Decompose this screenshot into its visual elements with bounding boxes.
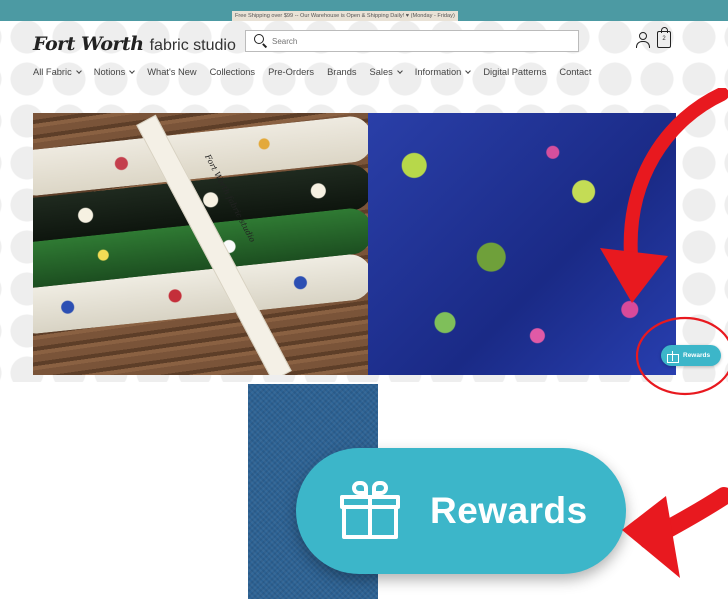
chevron-down-icon: [465, 67, 472, 74]
main-nav: All Fabric Notions What's New Collection…: [33, 65, 604, 79]
nav-item-brands[interactable]: Brands: [327, 65, 356, 79]
chevron-down-icon: [129, 67, 136, 74]
nav-item-collections[interactable]: Collections: [210, 65, 255, 79]
rewards-button-label: Rewards: [683, 352, 711, 359]
rewards-button[interactable]: Rewards: [661, 345, 721, 366]
chevron-down-icon: [396, 67, 403, 74]
nav-item-sales[interactable]: Sales: [370, 65, 403, 79]
rewards-zoom-label: Rewards: [430, 490, 588, 531]
rewards-button-zoomed: Rewards: [296, 448, 626, 574]
hero-fabric-rolls: Fort Worth fabric studio: [33, 113, 368, 375]
cart-icon[interactable]: 2: [657, 27, 671, 48]
nav-item-notions[interactable]: Notions: [94, 65, 136, 79]
search-input[interactable]: [272, 36, 562, 46]
gift-icon: [667, 350, 679, 363]
nav-item-whats-new[interactable]: What's New: [147, 65, 196, 79]
cart-count: 2: [662, 36, 666, 42]
logo-text: fabric studio: [149, 37, 236, 54]
nav-item-all-fabric[interactable]: All Fabric: [33, 65, 82, 79]
annotation-curved-arrow: [623, 88, 728, 275]
annotation-arrow-left-head: [622, 496, 680, 578]
chevron-down-icon: [75, 67, 82, 74]
annotation-arrow-left-icon: [622, 487, 728, 578]
search-bar[interactable]: [245, 30, 579, 52]
announcement-text: Free Shipping over $99 -- Our Warehouse …: [232, 11, 458, 21]
gift-icon: [340, 481, 402, 541]
site-logo[interactable]: Fort Worth fabric studio: [33, 33, 236, 57]
nav-item-pre-orders[interactable]: Pre-Orders: [268, 65, 314, 79]
logo-script: Fort Worth: [33, 33, 144, 55]
annotation-arrow-head: [600, 248, 668, 303]
announcement-bar: Free Shipping over $99 -- Our Warehouse …: [0, 0, 728, 21]
nav-item-information[interactable]: Information: [415, 65, 472, 79]
nav-item-digital-patterns[interactable]: Digital Patterns: [483, 65, 546, 79]
nav-item-contact[interactable]: Contact: [559, 65, 591, 79]
search-icon[interactable]: [252, 32, 270, 50]
user-icon[interactable]: [636, 32, 650, 48]
